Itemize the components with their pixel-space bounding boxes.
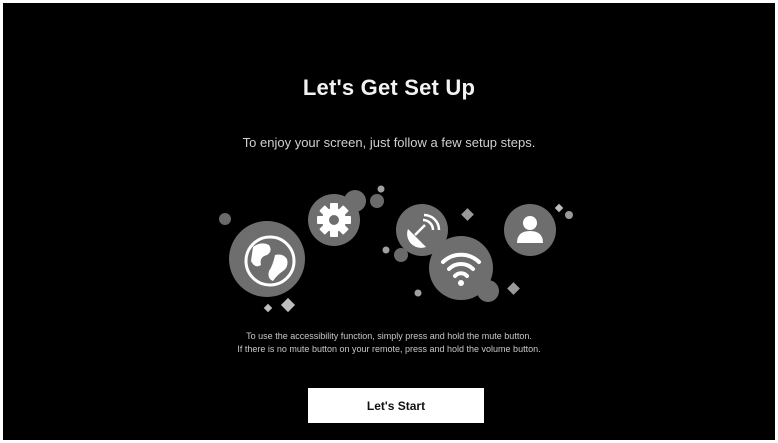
lets-start-button[interactable]: Let's Start bbox=[308, 388, 484, 423]
gear-icon bbox=[308, 190, 366, 246]
user-icon bbox=[504, 204, 556, 256]
setup-screen: Let's Get Set Up To enjoy your screen, j… bbox=[3, 3, 775, 440]
setup-illustration bbox=[219, 185, 573, 313]
accessibility-note-line1: To use the accessibility function, simpl… bbox=[246, 331, 532, 341]
accessibility-note-line2: If there is no mute button on your remot… bbox=[237, 344, 541, 354]
globe-icon bbox=[229, 221, 305, 297]
wifi-icon bbox=[429, 236, 499, 302]
